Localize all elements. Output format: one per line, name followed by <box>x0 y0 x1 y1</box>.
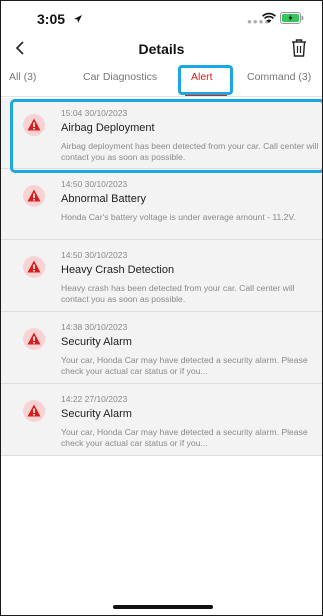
alert-body: Heavy crash has been detected from your … <box>61 283 295 304</box>
alert-time: 14:50 30/10/2023 <box>61 250 128 260</box>
list-item[interactable]: 15:04 30/10/2023 Airbag Deployment Airba… <box>1 98 322 169</box>
tab-all[interactable]: All (3) <box>9 71 36 83</box>
alert-body: Your car, Honda Car may have detected a … <box>61 427 308 448</box>
tab-command[interactable]: Command (3) <box>247 71 311 83</box>
list-item[interactable]: 14:38 30/10/2023 Security Alarm Your car… <box>1 312 322 384</box>
location-arrow-icon <box>74 15 82 23</box>
warning-icon <box>23 256 45 278</box>
alert-time: 14:22 27/10/2023 <box>61 394 128 404</box>
tab-car-diagnostics[interactable]: Car Diagnostics <box>83 71 157 83</box>
tab-alert[interactable]: Alert <box>191 71 213 83</box>
active-tab-indicator <box>185 94 227 96</box>
alert-time: 15:04 30/10/2023 <box>61 108 128 118</box>
page-title: Details <box>138 41 185 57</box>
alert-title: Heavy Crash Detection <box>61 264 175 276</box>
warning-icon <box>23 400 45 422</box>
status-bar: 3:05 ●●●● <box>1 1 322 35</box>
header: Details <box>1 35 322 63</box>
alert-title: Security Alarm <box>61 408 132 420</box>
list-item[interactable]: 14:50 30/10/2023 Abnormal Battery Honda … <box>1 169 322 240</box>
phone-screen: 3:05 ●●●● Details All (3) Car Diagnostic… <box>0 0 323 616</box>
tab-bar: All (3) Car Diagnostics Alert Command (3… <box>1 63 322 97</box>
warning-icon <box>23 185 45 207</box>
alert-body: Airbag deployment has been detected from… <box>61 141 319 162</box>
list-item[interactable]: 14:22 27/10/2023 Security Alarm Your car… <box>1 384 322 456</box>
wifi-icon <box>262 12 276 23</box>
warning-icon <box>23 114 45 136</box>
alert-title: Security Alarm <box>61 336 132 348</box>
home-indicator[interactable] <box>113 605 213 609</box>
status-time: 3:05 <box>37 11 66 27</box>
trash-icon[interactable] <box>290 38 308 58</box>
alert-time: 14:50 30/10/2023 <box>61 179 128 189</box>
alert-list: 15:04 30/10/2023 Airbag Deployment Airba… <box>1 98 322 456</box>
alert-title: Airbag Deployment <box>61 122 155 134</box>
alert-time: 14:38 30/10/2023 <box>61 322 128 332</box>
warning-icon <box>23 328 45 350</box>
battery-icon <box>280 12 304 24</box>
alert-title: Abnormal Battery <box>61 193 146 205</box>
list-item[interactable]: 14:50 30/10/2023 Heavy Crash Detection H… <box>1 240 322 312</box>
alert-body: Honda Car's battery voltage is under ave… <box>61 212 296 222</box>
alert-body: Your car, Honda Car may have detected a … <box>61 355 308 376</box>
